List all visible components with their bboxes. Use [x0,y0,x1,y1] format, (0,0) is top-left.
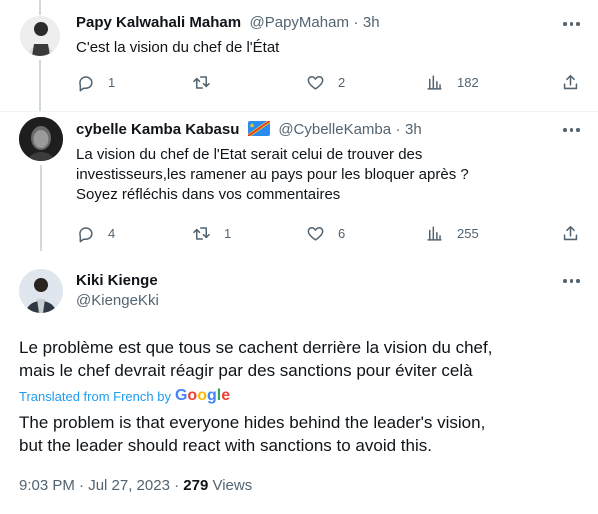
share-icon [563,75,578,90]
reply-header: cybelle Kamba Kabasu @CybelleKamba · 3h [76,121,422,139]
like-button[interactable]: 2 [306,73,345,92]
tweet-text: C'est la vision du chef de l'État [76,39,280,56]
retweet-icon [193,227,210,240]
reply-icon [79,227,93,243]
tweet-text-line: Soyez réfléchis dans vos commentaires [76,186,341,203]
like-count: 2 [338,75,346,90]
translated-text-line: but the leader should react with sanctio… [19,436,432,455]
tweet-timestamp[interactable]: 9:03 PM · Jul 27, 2023 · [19,477,183,494]
retweet-icon [193,76,210,89]
author-name-block: Kiki Kienge @KiengeKki [76,272,159,309]
share-button[interactable] [561,224,580,243]
more-options-icon[interactable] [563,272,580,290]
tweet-text: La vision du chef de l'Etat serait celui… [76,145,576,205]
more-options-icon[interactable] [563,15,580,33]
thread-line [39,0,41,15]
display-name[interactable]: cybelle Kamba Kabasu [76,121,239,138]
retweet-count: 1 [224,226,232,241]
thread-line [39,60,41,112]
analytics-icon [427,226,442,241]
avatar[interactable] [20,16,60,56]
retweet-button[interactable]: 1 [192,224,231,243]
avatar[interactable] [19,269,63,313]
display-name[interactable]: Kiki Kienge [76,272,159,289]
timestamp[interactable]: 3h [405,121,422,138]
tweet-text-line: La vision du chef de l'Etat serait celui… [76,146,423,163]
heart-icon [307,227,324,241]
share-icon [563,226,578,241]
handle[interactable]: @CybelleKamba [278,121,391,138]
google-logo: Google [174,387,231,404]
retweet-button[interactable] [192,73,211,92]
drc-flag-icon [247,121,270,136]
handle[interactable]: @KiengeKki [76,292,159,309]
views-count: 279 [183,477,209,494]
thread-line [40,165,42,251]
avatar[interactable] [19,117,63,161]
share-button[interactable] [561,73,580,92]
view-count: 182 [457,75,479,90]
reply-header: Papy Kalwahali Maham @PapyMaham · 3h [76,14,380,32]
divider [0,111,598,112]
views-button[interactable]: 182 [425,73,479,92]
reply-count: 4 [108,226,116,241]
translation-attribution[interactable]: Translated from French by Google [19,387,230,405]
handle[interactable]: @PapyMaham [250,14,349,31]
display-name[interactable]: Papy Kalwahali Maham [76,14,241,31]
translated-text-line: The problem is that everyone hides behin… [19,413,486,432]
tweet-meta: 9:03 PM · Jul 27, 2023 · 279 Views [19,477,252,494]
reply-button[interactable]: 4 [76,224,115,243]
reply-icon [79,76,93,92]
tweet-text-line: mais le chef devrait réagir par des sanc… [19,361,473,380]
views-button[interactable]: 255 [425,224,479,243]
more-options-icon[interactable] [563,121,580,139]
main-tweet-text: Le problème est que tous se cachent derr… [19,336,589,382]
analytics-icon [427,75,442,90]
like-count: 6 [338,226,346,241]
reply-button[interactable]: 1 [76,73,115,92]
translated-text: The problem is that everyone hides behin… [19,411,589,457]
separator: · [395,121,401,138]
tweet-text-line: investisseurs,les ramener au pays pour l… [76,166,469,183]
separator: · [353,14,359,31]
heart-icon [307,76,324,90]
views-label: Views [208,477,253,494]
reply-count: 1 [108,75,116,90]
translated-from-label: Translated from French by [19,388,171,404]
view-count: 255 [457,226,479,241]
tweet-text-line: Le problème est que tous se cachent derr… [19,338,493,357]
like-button[interactable]: 6 [306,224,345,243]
timestamp[interactable]: 3h [363,14,380,31]
